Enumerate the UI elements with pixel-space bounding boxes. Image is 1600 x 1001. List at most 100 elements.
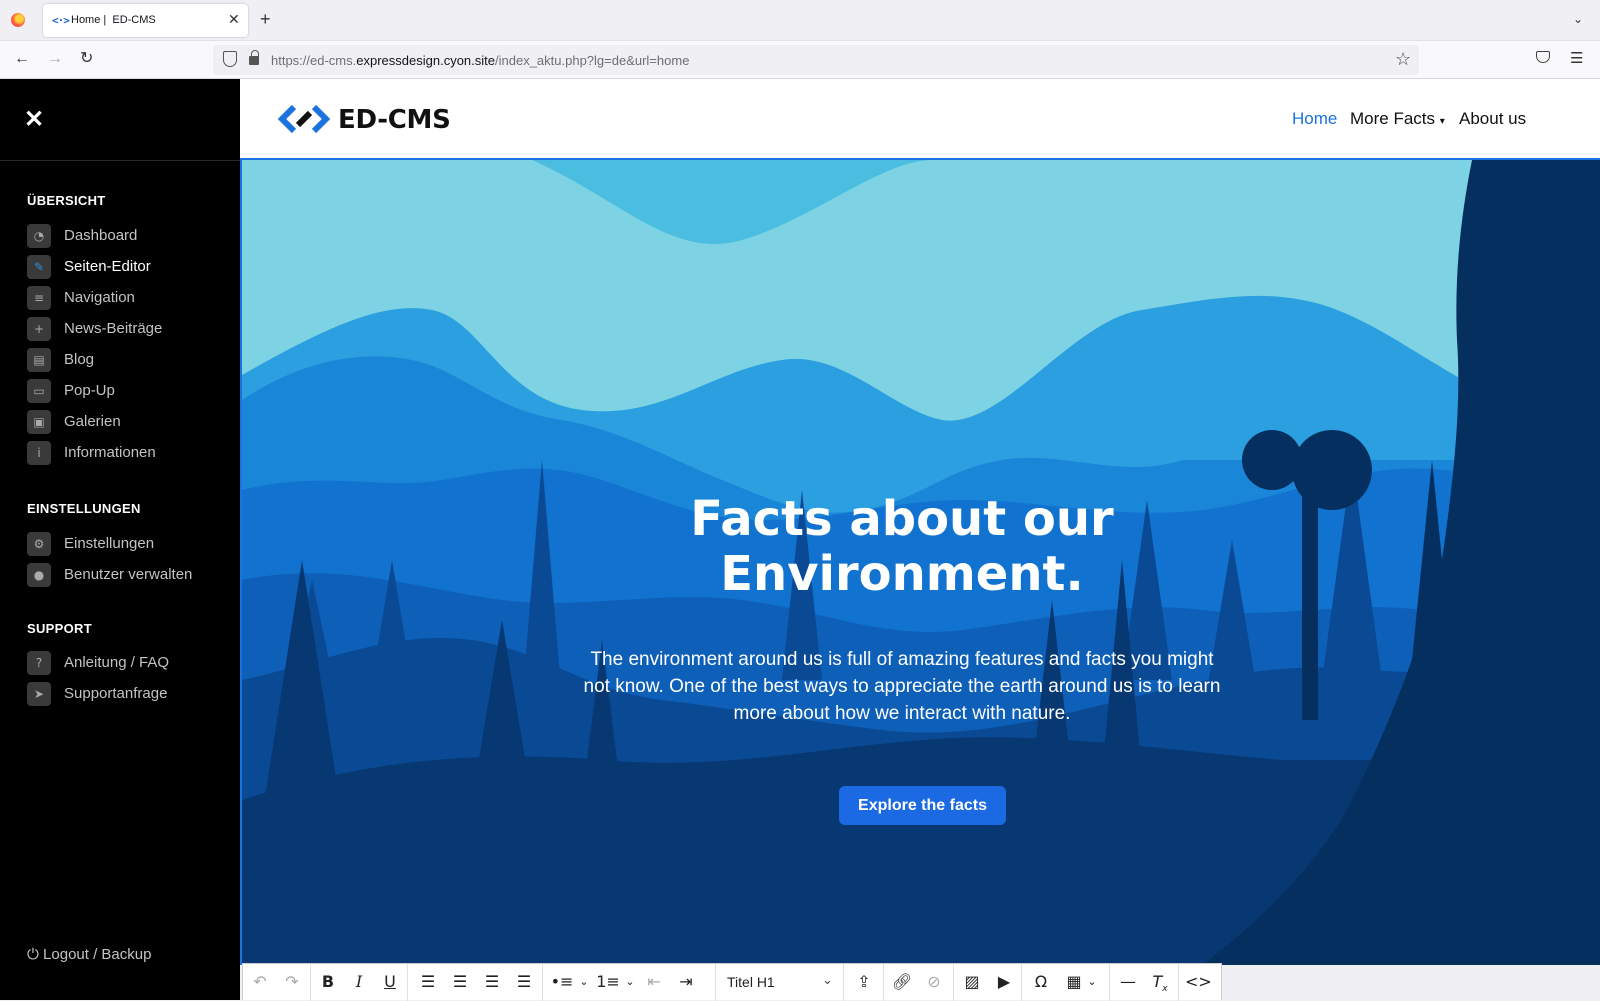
toolbar-divider xyxy=(715,964,716,1001)
shield-icon[interactable] xyxy=(223,51,237,67)
logo-icon[interactable] xyxy=(278,104,330,134)
toolbar-divider xyxy=(1109,964,1110,1001)
sidebar-item-navigation[interactable]: ≡ Navigation xyxy=(27,285,232,311)
chevron-down-icon[interactable]: ⌄ xyxy=(1573,12,1583,26)
align-left-icon[interactable]: ☰ xyxy=(415,972,441,992)
sidebar-item-dashboard[interactable]: ◔ Dashboard xyxy=(27,223,232,249)
toolbar-divider xyxy=(883,964,884,1001)
underline-icon[interactable]: U xyxy=(377,972,403,992)
sidebar-item-blog[interactable]: ▤ Blog xyxy=(27,347,232,373)
sidebar-item-seiten-editor[interactable]: ✎ Seiten-Editor xyxy=(27,254,232,280)
clear-format-icon[interactable]: Tx xyxy=(1147,972,1173,999)
toolbar-divider xyxy=(843,964,844,1001)
upload-icon[interactable]: ⇪ xyxy=(851,972,877,992)
source-code-icon[interactable]: <> xyxy=(1185,972,1212,992)
sidebar-item-label: Galerien xyxy=(64,413,121,430)
link-icon[interactable]: 🔗︎ xyxy=(889,972,915,992)
image-icon[interactable]: ▨ xyxy=(959,972,985,992)
images-icon: ▣ xyxy=(27,410,51,434)
format-select[interactable]: Titel H1 xyxy=(727,974,775,990)
back-arrow-icon[interactable]: ← xyxy=(14,49,30,69)
toolbar-divider xyxy=(1178,964,1179,1001)
sidebar-item-label: Einstellungen xyxy=(64,535,155,552)
info-icon: i xyxy=(27,441,51,465)
bookmark-star-icon[interactable]: ☆ xyxy=(1395,49,1411,70)
sidebar-item-einstellungen[interactable]: ⚙ Einstellungen xyxy=(27,531,232,557)
url-text[interactable]: https://ed-cms.expressdesign.cyon.site/i… xyxy=(271,53,689,68)
chevron-down-icon[interactable]: ⌄ xyxy=(571,972,597,992)
sidebar-item-informationen[interactable]: i Informationen xyxy=(27,440,232,466)
align-right-icon[interactable]: ☰ xyxy=(479,972,505,992)
menu-icon: ≡ xyxy=(27,286,51,310)
section-title-overview: ÜBERSICHT xyxy=(27,193,106,208)
close-tab-icon[interactable]: ✕ xyxy=(228,11,240,28)
sidebar-item-label: Navigation xyxy=(64,289,135,306)
popup-icon: ▭ xyxy=(27,379,51,403)
lock-icon[interactable] xyxy=(249,50,259,65)
reload-icon[interactable]: ↻ xyxy=(80,49,93,69)
cms-sidebar: ✕ ÜBERSICHT ◔ Dashboard ✎ Seiten-Editor … xyxy=(0,79,240,1000)
sidebar-item-label: Supportanfrage xyxy=(64,685,168,702)
hero-section[interactable]: Facts about our Environment. The environ… xyxy=(240,160,1600,965)
toolbar-divider xyxy=(1021,964,1022,1001)
forward-arrow-icon[interactable]: → xyxy=(47,49,63,69)
browser-tab[interactable]: <·> Home | ED-CMS ✕ xyxy=(43,4,248,37)
sidebar-item-supportanfrage[interactable]: ➤ Supportanfrage xyxy=(27,681,232,707)
undo-icon[interactable]: ↶ xyxy=(247,972,273,992)
video-icon[interactable]: ▶ xyxy=(991,972,1017,992)
section-title-settings: EINSTELLUNGEN xyxy=(27,501,141,516)
browser-tab-bar: <·> Home | ED-CMS ✕ + ⌄ xyxy=(0,0,1600,41)
logout-button[interactable]: ⏻ Logout / Backup xyxy=(27,946,151,963)
sidebar-item-galerien[interactable]: ▣ Galerien xyxy=(27,409,232,435)
sidebar-item-label: Benutzer verwalten xyxy=(64,566,193,583)
sidebar-item-faq[interactable]: ? Anleitung / FAQ xyxy=(27,650,232,676)
sidebar-item-label: Anleitung / FAQ xyxy=(64,654,170,671)
site-nav-home[interactable]: Home xyxy=(1292,109,1337,129)
address-bar[interactable]: https://ed-cms.expressdesign.cyon.site/i… xyxy=(213,45,1419,75)
italic-icon[interactable]: I xyxy=(346,972,372,992)
hamburger-menu-icon[interactable]: ☰ xyxy=(1570,49,1583,67)
edit-icon: ✎ xyxy=(27,255,51,279)
toolbar-divider xyxy=(953,964,954,1001)
toolbar-divider xyxy=(542,964,543,1001)
sidebar-item-label: Dashboard xyxy=(64,227,138,244)
power-icon: ⏻ xyxy=(27,946,44,963)
hero-text[interactable]: The environment around us is full of ama… xyxy=(582,646,1222,727)
user-icon: ● xyxy=(27,563,51,587)
sidebar-item-label: Pop-Up xyxy=(64,382,115,399)
align-center-icon[interactable]: ☰ xyxy=(447,972,473,992)
site-nav-more-facts[interactable]: More Facts ▾ xyxy=(1350,109,1445,129)
align-justify-icon[interactable]: ☰ xyxy=(511,972,537,992)
site-nav-about-us[interactable]: About us xyxy=(1459,109,1526,129)
indent-icon[interactable]: ⇥ xyxy=(673,972,699,992)
tab-title: Home | ED-CMS xyxy=(71,14,156,26)
newspaper-icon: ▤ xyxy=(27,348,51,372)
site-header: ED-CMS Home More Facts ▾ About us xyxy=(240,79,1600,160)
redo-icon[interactable]: ↷ xyxy=(279,972,305,992)
chevron-down-icon[interactable]: ⌄ xyxy=(822,972,833,988)
horizontal-rule-icon[interactable]: — xyxy=(1115,972,1141,992)
logo-text[interactable]: ED-CMS xyxy=(338,105,451,135)
sidebar-item-benutzer[interactable]: ● Benutzer verwalten xyxy=(27,562,232,588)
plus-icon: + xyxy=(27,317,51,341)
chevron-down-icon[interactable]: ⌄ xyxy=(617,972,643,992)
sidebar-item-popup[interactable]: ▭ Pop-Up xyxy=(27,378,232,404)
sidebar-item-news[interactable]: + News-Beiträge xyxy=(27,316,232,342)
toolbar-divider xyxy=(407,964,408,1001)
outdent-icon[interactable]: ⇤ xyxy=(641,972,667,992)
caret-down-icon: ▾ xyxy=(1439,116,1445,127)
hero-title[interactable]: Facts about our Environment. xyxy=(622,492,1182,602)
new-tab-icon[interactable]: + xyxy=(260,9,271,30)
gear-icon: ⚙ xyxy=(27,532,51,556)
chevron-down-icon[interactable]: ⌄ xyxy=(1079,972,1105,992)
close-icon[interactable]: ✕ xyxy=(24,105,44,134)
browser-nav-bar: ← → ↻ https://ed-cms.expressdesign.cyon.… xyxy=(0,41,1600,79)
sidebar-item-label: Informationen xyxy=(64,444,156,461)
dashboard-icon: ◔ xyxy=(27,224,51,248)
explore-facts-button[interactable]: Explore the facts xyxy=(839,786,1006,825)
sidebar-item-label: News-Beiträge xyxy=(64,320,163,337)
special-char-icon[interactable]: Ω xyxy=(1028,972,1054,992)
bold-icon[interactable]: B xyxy=(315,972,341,992)
editor-toolbar: ↶ ↷ B I U ☰ ☰ ☰ ☰ •≡ ⌄ 1≡ ⌄ ⇤ ⇥ Titel H1… xyxy=(242,963,1222,1001)
unlink-icon[interactable]: ⊘ xyxy=(921,972,947,992)
